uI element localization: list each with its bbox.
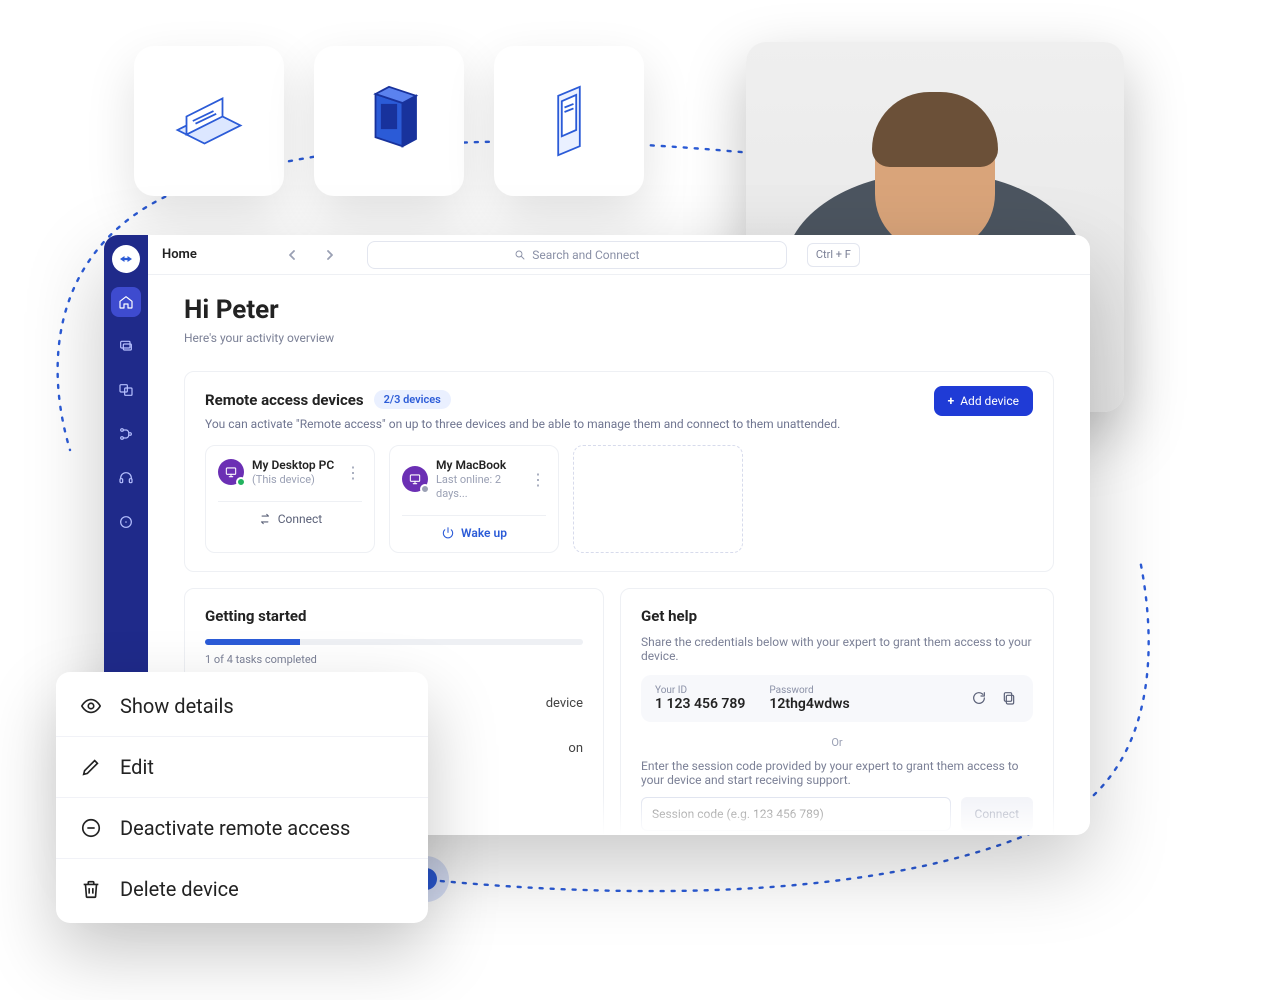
context-edit[interactable]: Edit (56, 736, 428, 797)
search-shortcut: Ctrl + F (807, 243, 860, 267)
add-device-label: Add device (960, 394, 1019, 408)
nav-forward[interactable] (317, 243, 341, 267)
app-logo (112, 245, 140, 273)
device-more-button[interactable]: ⋮ (344, 463, 362, 481)
device-tile-laptop (134, 46, 284, 196)
refresh-password-button[interactable] (969, 688, 989, 708)
sidebar-item-devices[interactable] (111, 375, 141, 405)
your-id-value: 1 123 456 789 (655, 696, 745, 712)
copy-icon (1001, 690, 1017, 706)
password-value: 12thg4wdws (769, 696, 849, 712)
sidebar-item-home[interactable] (111, 287, 141, 317)
minus-circle-icon (80, 817, 102, 839)
device-name: My MacBook (436, 458, 522, 473)
device-connect-button[interactable]: Connect (218, 501, 362, 526)
swap-icon (258, 512, 272, 526)
panel-description: You can activate "Remote access" on up t… (205, 417, 1033, 431)
pencil-icon (80, 756, 102, 778)
breadcrumb: Home (162, 247, 197, 262)
topbar: Home Search and Connect Ctrl + F (148, 235, 1090, 275)
progress-bar (205, 639, 583, 645)
device-more-button[interactable]: ⋮ (530, 470, 546, 488)
refresh-icon (971, 690, 987, 706)
search-icon (514, 249, 526, 261)
password-label: Password (769, 685, 849, 696)
context-delete-device[interactable]: Delete device (56, 858, 428, 919)
device-wake-button[interactable]: Wake up (402, 515, 546, 540)
device-action-label: Connect (278, 512, 322, 526)
device-tile-phone (494, 46, 644, 196)
page-title: Hi Peter (184, 295, 1054, 325)
device-name: My Desktop PC (252, 458, 334, 473)
device-count-pill: 2/3 devices (374, 390, 451, 409)
device-context-menu: Show details Edit Deactivate remote acce… (56, 672, 428, 923)
add-device-button[interactable]: + Add device (934, 386, 1033, 416)
session-help-text: Enter the session code provided by your … (641, 759, 1033, 787)
device-tile-server (314, 46, 464, 196)
device-placeholder-slot[interactable] (573, 445, 743, 553)
device-card: My Desktop PC (This device) ⋮ Connect (205, 445, 375, 553)
or-divider: Or (641, 736, 1033, 749)
sidebar-item-more[interactable] (111, 507, 141, 537)
nav-back[interactable] (281, 243, 305, 267)
search-input[interactable]: Search and Connect (367, 241, 787, 269)
context-show-details[interactable]: Show details (56, 676, 428, 736)
device-card: My MacBook Last online: 2 days... ⋮ Wake… (389, 445, 559, 553)
get-help-share-text: Share the credentials below with your ex… (641, 635, 1033, 663)
sidebar-item-remote[interactable] (111, 331, 141, 361)
search-placeholder: Search and Connect (532, 248, 639, 262)
sidebar-item-support[interactable] (111, 463, 141, 493)
device-subtitle: (This device) (252, 473, 334, 487)
panel-title: Remote access devices (205, 391, 364, 409)
credentials-box: Your ID 1 123 456 789 Password 12thg4wdw… (641, 675, 1033, 722)
eye-icon (80, 695, 102, 717)
status-offline-icon (420, 484, 430, 494)
status-online-icon (236, 477, 246, 487)
sidebar-item-workflows[interactable] (111, 419, 141, 449)
copy-button[interactable] (999, 688, 1019, 708)
device-subtitle: Last online: 2 days... (436, 473, 522, 501)
context-deactivate-remote-access[interactable]: Deactivate remote access (56, 797, 428, 858)
power-icon (441, 526, 455, 540)
get-help-title: Get help (641, 607, 1033, 625)
device-action-label: Wake up (461, 526, 507, 540)
your-id-label: Your ID (655, 685, 745, 696)
page-subtitle: Here's your activity overview (184, 331, 1054, 345)
trash-icon (80, 878, 102, 900)
getting-started-title: Getting started (205, 607, 583, 625)
remote-access-panel: Remote access devices 2/3 devices You ca… (184, 371, 1054, 572)
plus-icon: + (948, 394, 955, 408)
progress-label: 1 of 4 tasks completed (205, 653, 583, 666)
